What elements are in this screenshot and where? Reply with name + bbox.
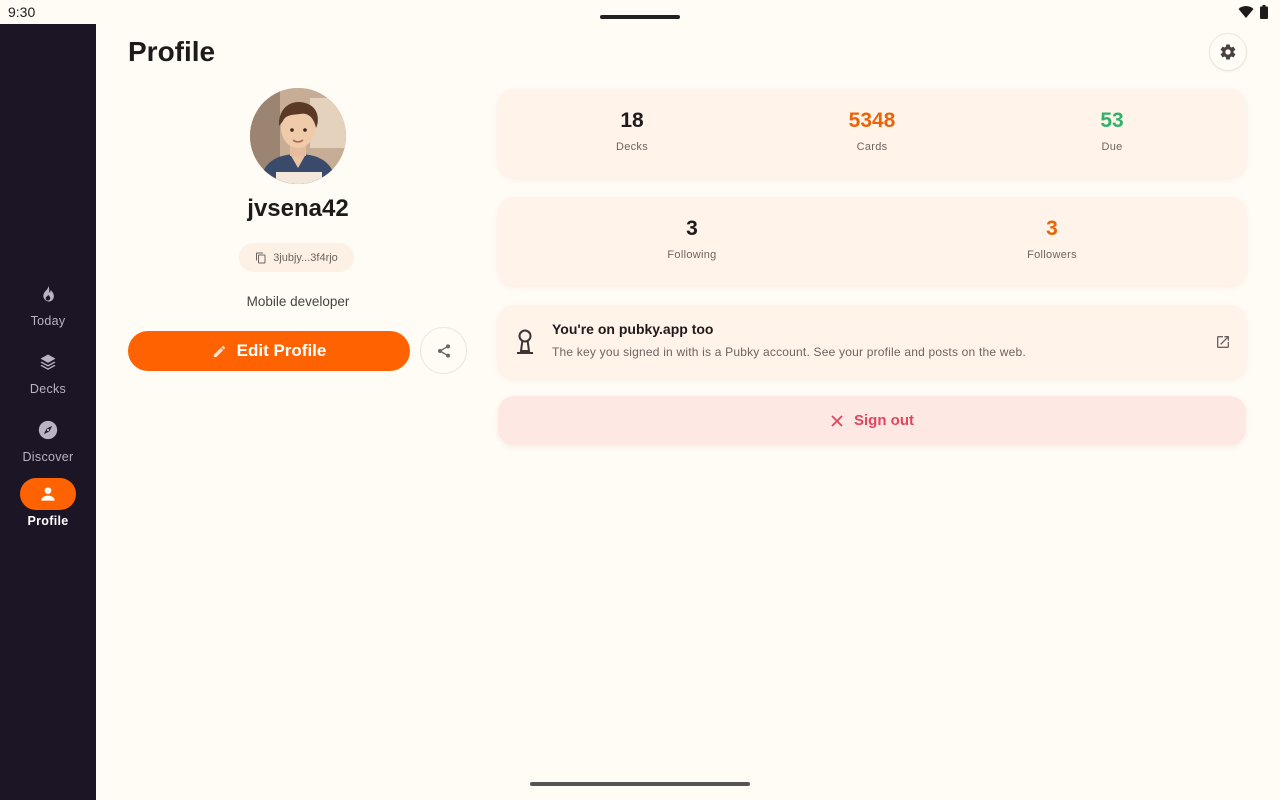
nav-label-decks: Decks <box>29 382 67 396</box>
settings-button[interactable] <box>1209 33 1247 71</box>
pubky-card[interactable]: You're on pubky.app too The key you sign… <box>498 305 1246 378</box>
share-icon <box>437 343 450 358</box>
nav-label-profile: Profile <box>27 514 69 528</box>
avatar <box>250 88 346 184</box>
flame-icon <box>43 285 54 302</box>
stats-card: 18 Decks 5348 Cards 53 Due <box>498 89 1246 177</box>
stat-followers-caption: Followers <box>1027 249 1077 261</box>
stat-due-caption: Due <box>1101 141 1123 153</box>
person-icon <box>41 487 55 501</box>
stat-following-value: 3 <box>686 217 698 240</box>
stat-cards[interactable]: 5348 Cards <box>822 109 922 153</box>
stat-followers[interactable]: 3 Followers <box>1002 217 1102 261</box>
stat-decks[interactable]: 18 Decks <box>582 109 682 153</box>
username: jvsena42 <box>247 195 349 222</box>
copy-icon <box>256 252 266 263</box>
compass-icon <box>38 420 58 440</box>
edit-profile-button[interactable]: Edit Profile <box>128 331 410 371</box>
navigation-rail: Today Decks Discover Profile <box>0 24 96 800</box>
open-external-icon[interactable] <box>1215 334 1231 350</box>
wifi-icon <box>1238 6 1254 19</box>
bio: Mobile developer <box>246 294 350 309</box>
nav-label-today: Today <box>30 314 66 328</box>
page-title: Profile <box>128 36 216 67</box>
pencil-icon <box>213 345 225 357</box>
sign-out-button[interactable]: Sign out <box>498 396 1246 445</box>
pubky-title: You're on pubky.app too <box>552 321 714 337</box>
nav-label-discover: Discover <box>22 450 74 464</box>
stat-due-value: 53 <box>1100 109 1124 132</box>
stat-due[interactable]: 53 Due <box>1062 109 1162 153</box>
nav-pill <box>20 346 76 378</box>
edit-profile-label: Edit Profile <box>236 341 327 360</box>
nav-pill <box>20 414 76 446</box>
nav-item-discover[interactable]: Discover <box>0 414 96 474</box>
nav-item-profile[interactable]: Profile <box>0 478 96 538</box>
share-button[interactable] <box>420 327 467 374</box>
stat-decks-value: 18 <box>620 109 644 132</box>
status-time: 9:30 <box>0 0 96 24</box>
social-card: 3 Following 3 Followers <box>498 197 1246 285</box>
battery-icon <box>1260 5 1268 19</box>
nav-item-decks[interactable]: Decks <box>0 346 96 406</box>
stat-cards-value: 5348 <box>848 109 896 132</box>
sign-out-label: Sign out <box>854 412 914 429</box>
public-key-text: 3jubjy...3f4rjo <box>273 251 338 264</box>
close-icon <box>831 414 843 427</box>
stat-following[interactable]: 3 Following <box>642 217 742 261</box>
layers-icon <box>40 354 56 370</box>
pubky-description: The key you signed in with is a Pubky ac… <box>552 345 1026 359</box>
gear-icon <box>1220 44 1236 60</box>
keyhole-icon <box>517 329 533 354</box>
stat-decks-caption: Decks <box>615 141 649 153</box>
system-icons <box>1238 5 1268 19</box>
stat-followers-value: 3 <box>1046 217 1058 240</box>
status-bar: 9:30 <box>0 0 1280 24</box>
nav-pill <box>20 278 76 310</box>
nav-pill-active <box>20 478 76 510</box>
nav-item-today[interactable]: Today <box>0 278 96 338</box>
camera-notch <box>600 15 680 19</box>
home-indicator[interactable] <box>530 782 750 786</box>
avatar-illustration <box>250 88 346 184</box>
stat-following-caption: Following <box>667 249 717 261</box>
stat-cards-caption: Cards <box>856 141 888 153</box>
copy-key-chip[interactable]: 3jubjy...3f4rjo <box>239 243 354 272</box>
